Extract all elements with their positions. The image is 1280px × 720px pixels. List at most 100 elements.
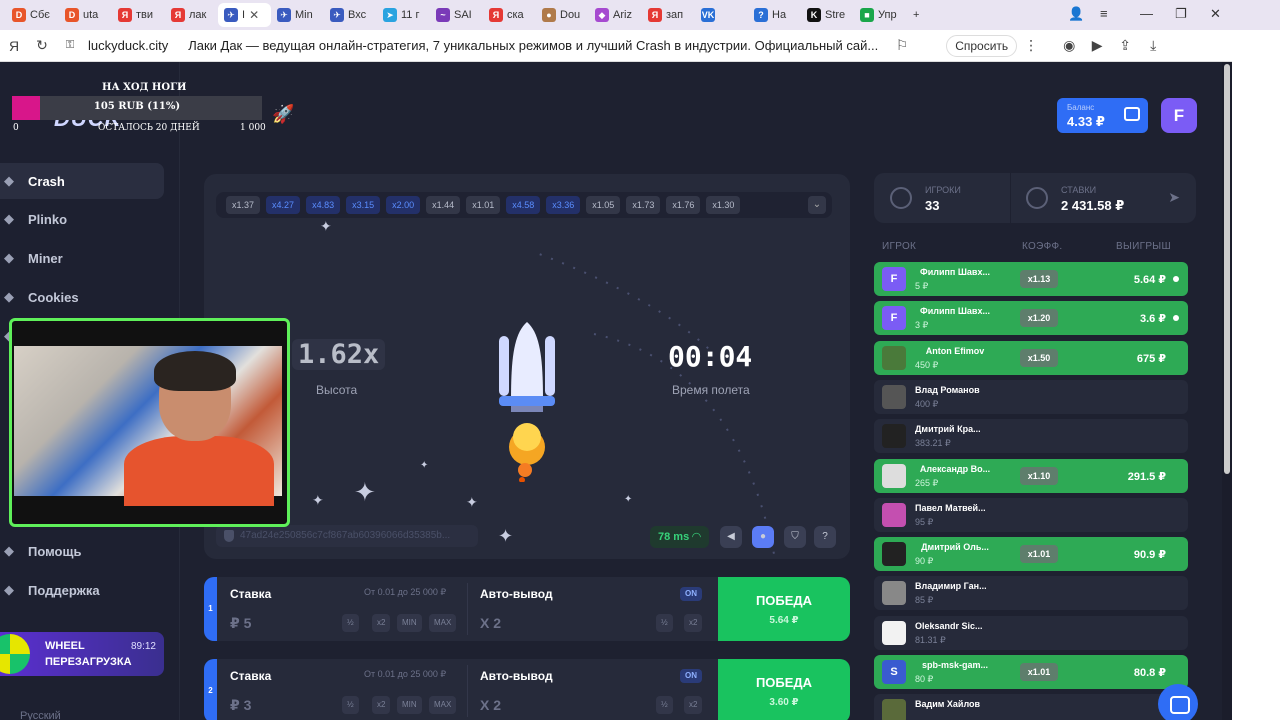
browser-tab[interactable]: D Сбє <box>6 3 59 27</box>
browser-tab[interactable]: ◆ Ariz <box>589 3 642 27</box>
star-icon: ✦ <box>354 477 376 507</box>
sidebar-item-поддержка[interactable]: ◆ Поддержка <box>0 572 164 608</box>
sidebar-item-cookies[interactable]: ◆ Cookies <box>0 279 164 315</box>
browser-tab[interactable]: ■ Упр <box>854 3 907 27</box>
browser-tab[interactable]: ✈ I ✕ <box>218 3 271 27</box>
auto-cashout-toggle[interactable]: ON <box>680 587 702 601</box>
history-chip[interactable]: x1.37 <box>226 196 261 214</box>
browser-tab[interactable]: Ялак <box>165 3 218 27</box>
round-hash[interactable]: 47ad24e250856c7cf867ab60396066d35385b... <box>216 525 478 547</box>
profile-icon[interactable]: 👤 <box>1068 6 1084 22</box>
browser-tab[interactable]: VK <box>695 3 748 27</box>
minimize-icon[interactable]: — <box>1140 6 1153 21</box>
browser-tab[interactable]: K Stre <box>801 3 854 27</box>
share-icon[interactable]: ⇪ <box>1111 37 1139 54</box>
player-win: 80.8 ₽ <box>1133 667 1166 679</box>
browser-tab[interactable]: ✈ Min <box>271 3 324 27</box>
browser-tab[interactable]: ~ SAI <box>430 3 483 27</box>
browser-tab[interactable]: ➤ 11 г <box>377 3 430 27</box>
new-tab-button[interactable]: + <box>907 3 937 27</box>
player-bet: 85 ₽ <box>915 595 934 606</box>
player-coef: x1.01 <box>1020 663 1058 681</box>
extension-icon[interactable]: ◉ <box>1055 37 1083 54</box>
help-icon[interactable]: ? <box>814 526 836 548</box>
history-chip[interactable]: x1.30 <box>706 196 741 214</box>
wheel-promo[interactable]: WHEEL ПЕРЕЗАГРУЗКА 89:12 <box>0 632 164 676</box>
win-button[interactable]: ПОБЕДА 3.60 ₽ <box>718 659 850 720</box>
reload-icon[interactable]: ↻ <box>28 37 56 54</box>
page-title-text[interactable]: Лаки Дак — ведущая онлайн-стратегия, 7 у… <box>188 38 888 53</box>
donation-remaining: ОСТАЛОСЬ 20 ДНЕЙ <box>98 123 200 133</box>
history-chip[interactable]: x4.58 <box>506 196 541 214</box>
bet-panel: 2 Ставка От 0.01 до 25 000 ₽ ₽ 3 ½ x2 MIN M… <box>204 659 850 720</box>
more-icon[interactable]: ⋮ <box>1017 37 1045 54</box>
auto-cashout-input[interactable]: X 2 <box>480 615 501 631</box>
auto-cashout-toggle[interactable]: ON <box>680 669 702 683</box>
history-chip[interactable]: x1.73 <box>626 196 661 214</box>
rocket-icon: ◆ <box>4 173 14 188</box>
auto-quick-button[interactable]: x2 <box>684 614 703 632</box>
browser-tab[interactable]: Язап <box>642 3 695 27</box>
history-chip[interactable]: x4.27 <box>266 196 301 214</box>
history-chip[interactable]: x1.76 <box>666 196 701 214</box>
tab-label: Вхс <box>348 9 367 21</box>
history-chip[interactable]: x2.00 <box>386 196 421 214</box>
bet-quick-button[interactable]: ½ <box>342 696 359 714</box>
bet-quick-button[interactable]: MAX <box>429 614 457 632</box>
download-icon[interactable]: ⤓ <box>1139 37 1167 54</box>
menu-icon[interactable]: ≡ <box>1100 6 1108 21</box>
history-chip[interactable]: x4.83 <box>306 196 341 214</box>
history-chip[interactable]: x1.01 <box>466 196 501 214</box>
bet-quick-button[interactable]: MIN <box>397 614 422 632</box>
browser-tab[interactable]: ? На <box>748 3 801 27</box>
close-window-icon[interactable]: ✕ <box>1210 6 1221 22</box>
bet-quick-button[interactable]: x2 <box>372 696 391 714</box>
sidebar-item-crash[interactable]: ◆ Crash <box>0 163 164 199</box>
send-icon[interactable]: ➤ <box>1168 189 1180 206</box>
auto-quick-button[interactable]: ½ <box>656 696 673 714</box>
sidebar-item-miner[interactable]: ◆ Miner <box>0 240 164 276</box>
close-tab-icon[interactable]: ✕ <box>249 8 259 22</box>
history-chip[interactable]: x3.15 <box>346 196 381 214</box>
bet-amount-input[interactable]: ₽ 3 <box>230 697 251 714</box>
chevron-down-icon[interactable]: ⌄ <box>808 196 826 214</box>
site-info-icon[interactable]: ⚿ <box>56 39 84 52</box>
sidebar-item-plinko[interactable]: ◆ Plinko <box>0 201 164 237</box>
history-chip[interactable]: x1.44 <box>426 196 461 214</box>
scrollbar-thumb[interactable] <box>1224 64 1230 474</box>
bet-quick-button[interactable]: MAX <box>429 696 457 714</box>
auto-quick-button[interactable]: x2 <box>684 696 703 714</box>
animation-toggle-icon[interactable]: ● <box>752 526 774 548</box>
auto-cashout-input[interactable]: X 2 <box>480 697 501 713</box>
history-chip[interactable]: x1.05 <box>586 196 621 214</box>
browser-tab[interactable]: Duta <box>59 3 112 27</box>
browser-tab[interactable]: ✈ Вхс <box>324 3 377 27</box>
players-label: ИГРОКИ <box>925 185 961 195</box>
ruble-icon: ₽ <box>230 615 240 631</box>
win-button[interactable]: ПОБЕДА 5.64 ₽ <box>718 577 850 641</box>
tab-favicon-icon: ~ <box>436 8 450 22</box>
sidebar-item-помощь[interactable]: ◆ Помощь <box>0 533 164 569</box>
language-selector[interactable]: Русский <box>20 710 61 720</box>
history-chip[interactable]: x3.36 <box>546 196 581 214</box>
ask-button[interactable]: Спросить <box>946 34 1018 57</box>
tab-favicon-icon: Я <box>118 8 132 22</box>
play-icon[interactable]: ▶ <box>1083 37 1111 54</box>
balance-button[interactable]: Баланс 4.33 ₽ <box>1057 98 1148 133</box>
yandex-icon[interactable]: Я <box>0 38 28 54</box>
restore-icon[interactable]: ❐ <box>1175 6 1187 22</box>
user-avatar[interactable]: F <box>1161 98 1197 133</box>
browser-tab[interactable]: ● Dou <box>536 3 589 27</box>
browser-tab[interactable]: Яска <box>483 3 536 27</box>
bet-quick-button[interactable]: ½ <box>342 614 359 632</box>
bookmark-icon[interactable]: ⚐ <box>888 37 916 54</box>
bet-quick-button[interactable]: MIN <box>397 696 422 714</box>
url-text[interactable]: luckyduck.city <box>88 38 168 53</box>
fairness-shield-icon[interactable]: ⛉ <box>784 526 806 548</box>
bet-quick-button[interactable]: x2 <box>372 614 391 632</box>
bet-amount-input[interactable]: ₽ 5 <box>230 615 251 632</box>
browser-tab[interactable]: Ятви <box>112 3 165 27</box>
chat-button[interactable] <box>1158 684 1198 720</box>
auto-quick-button[interactable]: ½ <box>656 614 673 632</box>
sound-toggle-icon[interactable]: ◀ <box>720 526 742 548</box>
